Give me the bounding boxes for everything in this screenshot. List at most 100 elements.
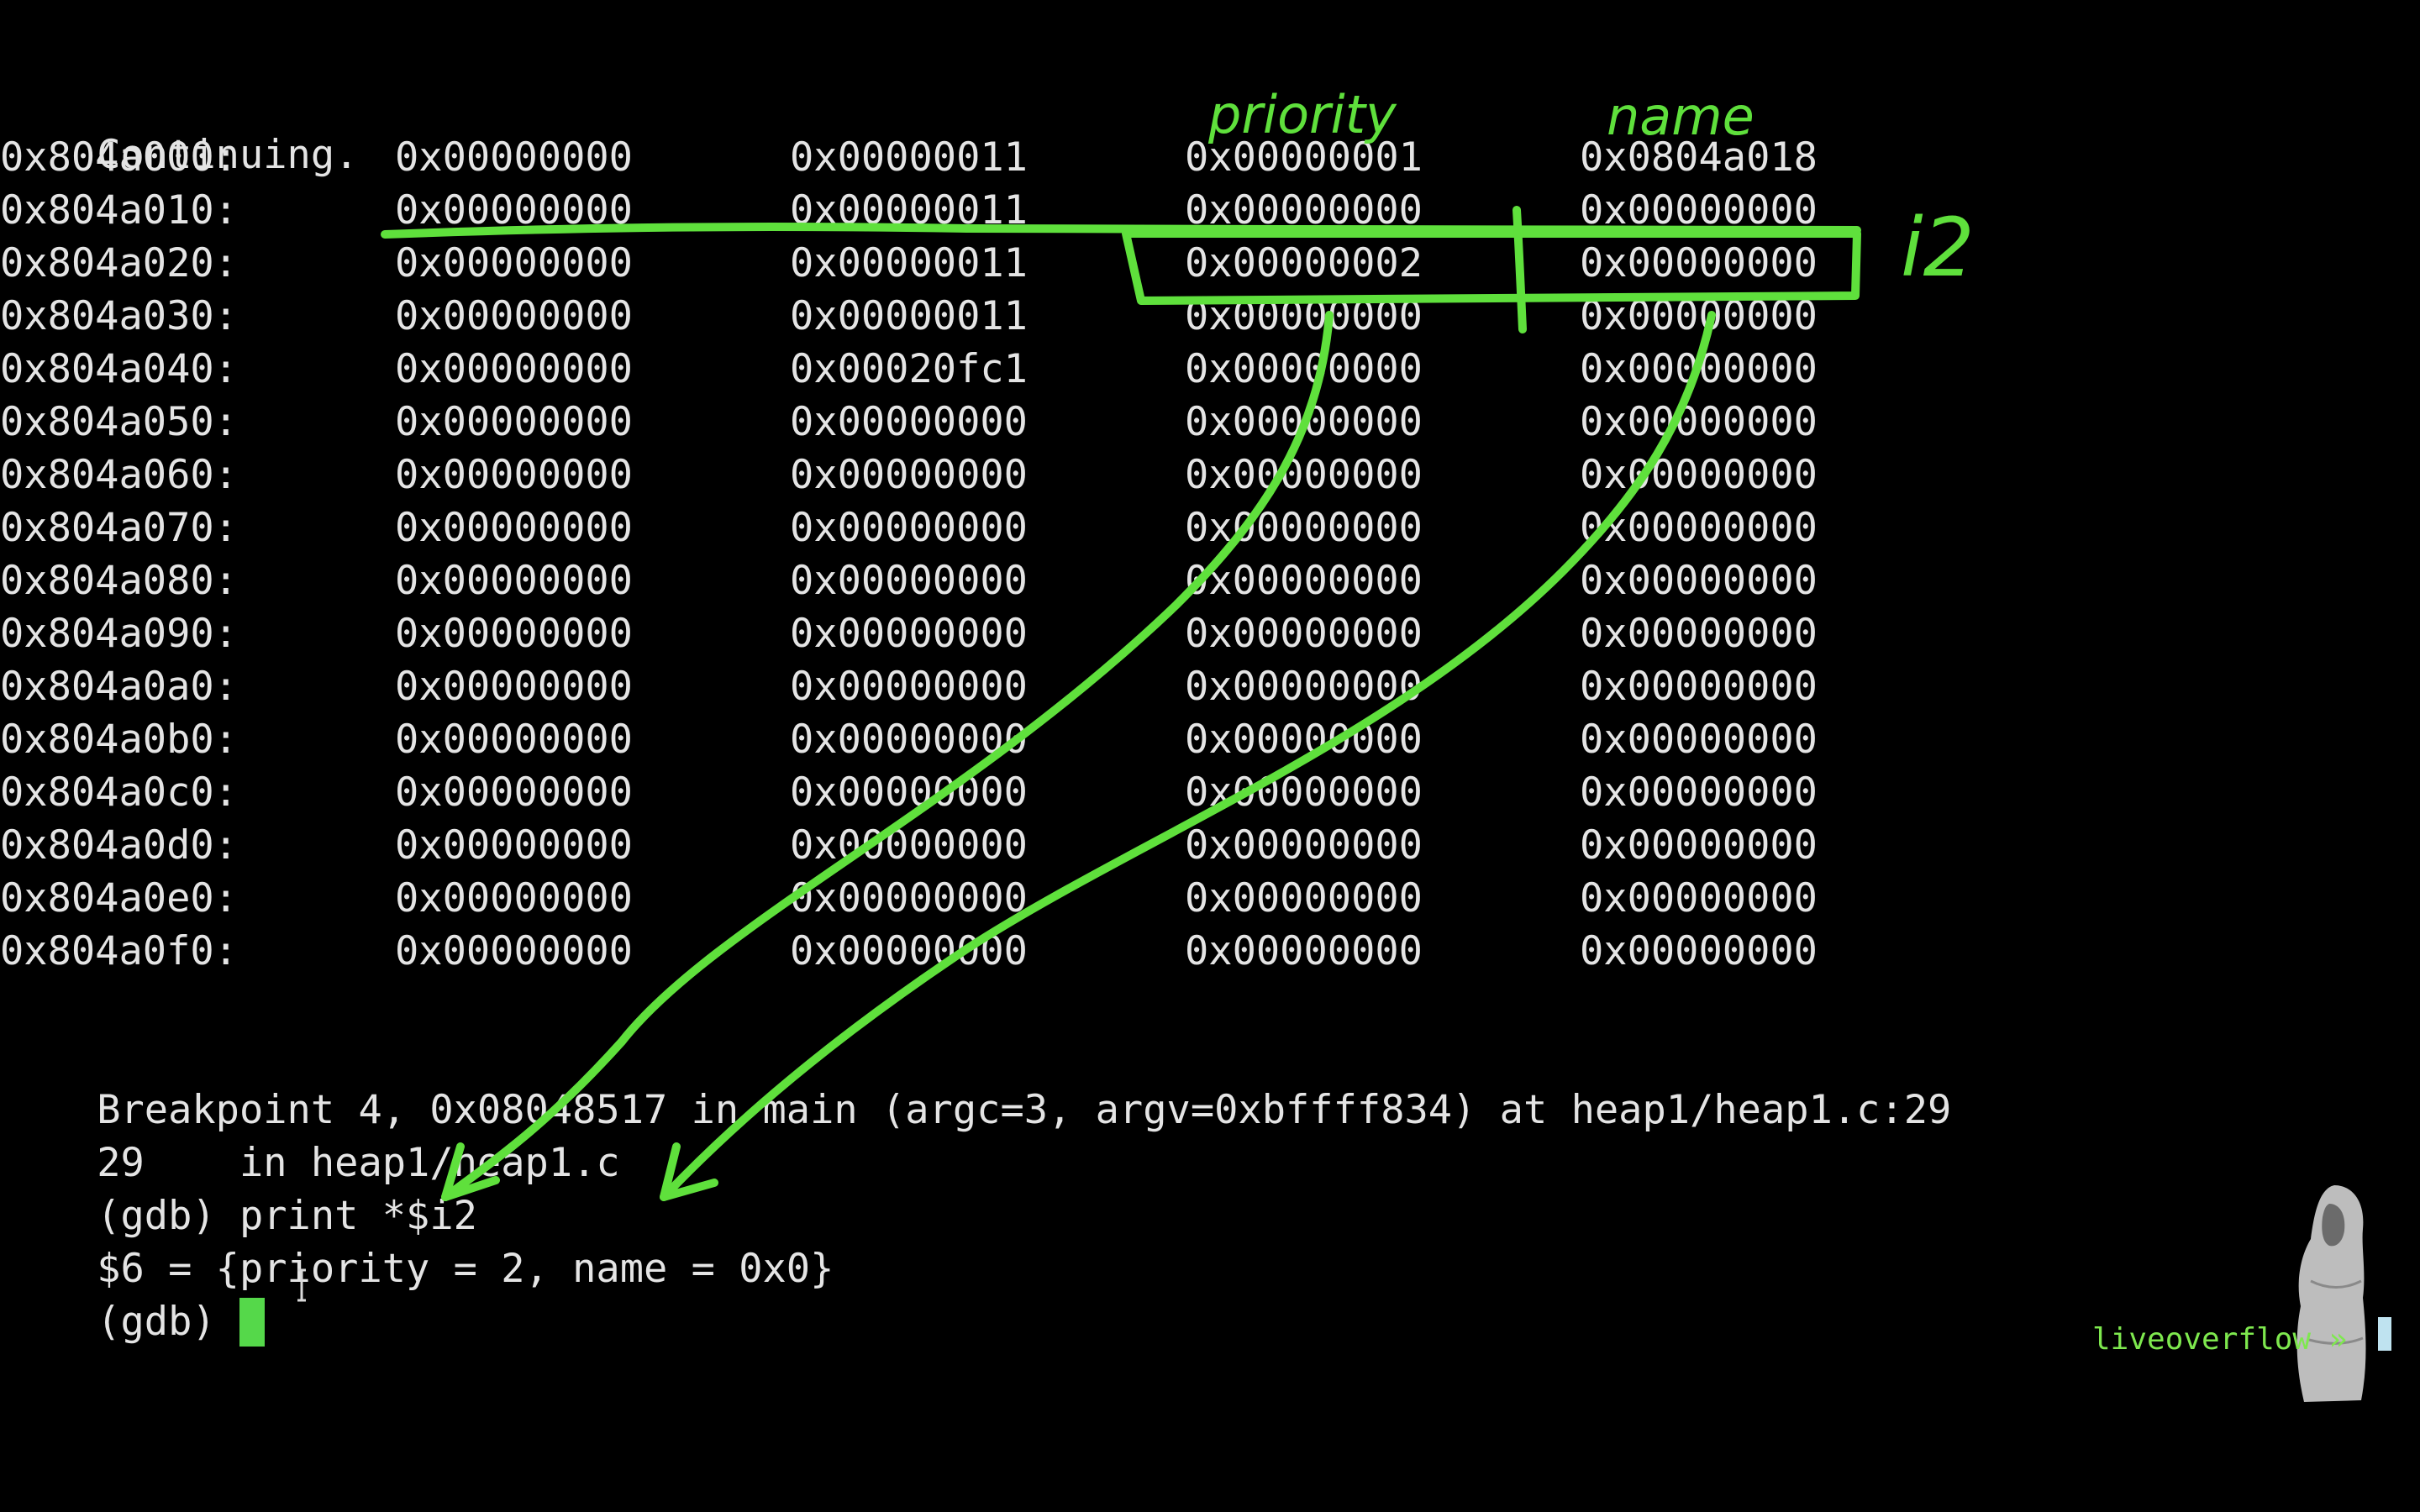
memory-row: 0x804a0d0: 0x00000000 0x00000000 0x00000… [0,821,1818,871]
memory-address: 0x804a0d0: [0,822,238,869]
memory-word: 0x00000000 [790,505,1028,551]
memory-address: 0x804a030: [0,293,238,339]
memory-row: 0x804a030: 0x00000000 0x00000011 0x00000… [0,291,1818,342]
memory-word: 0x00000011 [790,293,1028,339]
memory-address: 0x804a0e0: [0,875,238,921]
memory-word: 0x00000000 [790,558,1028,604]
memory-row: 0x804a010: 0x00000000 0x00000011 0x00000… [0,186,1818,236]
memory-word: 0x00000000 [395,611,633,657]
memory-word: 0x00000000 [1185,187,1423,234]
source-location-line: 29 in heap1/heap1.c [97,1140,620,1186]
memory-word: 0x00000000 [790,875,1028,921]
memory-word: 0x00000000 [1185,452,1423,498]
memory-word: 0x00000000 [395,822,633,869]
memory-word: 0x00000000 [1185,875,1423,921]
memory-row: 0x804a080: 0x00000000 0x00000000 0x00000… [0,556,1818,606]
memory-word: 0x00000000 [790,664,1028,710]
memory-word: 0x00000000 [1185,928,1423,974]
memory-row: 0x804a060: 0x00000000 0x00000000 0x00000… [0,450,1818,501]
memory-address: 0x804a040: [0,346,238,392]
memory-address: 0x804a060: [0,452,238,498]
memory-address: 0x804a090: [0,611,238,657]
memory-row: 0x804a0c0: 0x00000000 0x00000000 0x00000… [0,768,1818,818]
memory-word: 0x00000000 [1580,558,1818,604]
memory-word: 0x00000000 [1580,505,1818,551]
memory-address: 0x804a0f0: [0,928,238,974]
memory-row: 0x804a020: 0x00000000 0x00000011 0x00000… [0,239,1818,289]
memory-row: 0x804a000: 0x00000000 0x00000011 0x00000… [0,133,1818,183]
gdb-result-line: $6 = {priority = 2, name = 0x0} [97,1246,834,1292]
memory-address: 0x804a0b0: [0,717,238,763]
memory-word: 0x00000000 [1185,769,1423,816]
memory-word: 0x00000000 [395,505,633,551]
memory-address: 0x804a0c0: [0,769,238,816]
memory-word: 0x00000000 [395,240,633,286]
memory-address: 0x804a000: [0,134,238,181]
memory-row: 0x804a040: 0x00000000 0x00020fc1 0x00000… [0,344,1818,395]
memory-word: 0x00000002 [1185,240,1423,286]
memory-word: 0x00020fc1 [790,346,1028,392]
memory-word: 0x00000000 [1185,664,1423,710]
memory-word: 0x00000000 [1580,187,1818,234]
memory-word: 0x00000000 [1580,875,1818,921]
memory-word: 0x00000000 [790,399,1028,445]
memory-address: 0x804a020: [0,240,238,286]
memory-word: 0x00000000 [1185,505,1423,551]
memory-word: 0x00000000 [395,452,633,498]
memory-address: 0x804a050: [0,399,238,445]
memory-word: 0x00000000 [1580,346,1818,392]
memory-word: 0x00000000 [1580,769,1818,816]
hooded-avatar-icon [2296,1185,2366,1402]
memory-word: 0x00000000 [1580,664,1818,710]
memory-word: 0x00000011 [790,240,1028,286]
memory-row: 0x804a070: 0x00000000 0x00000000 0x00000… [0,503,1818,554]
memory-word: 0x00000000 [1185,611,1423,657]
memory-row: 0x804a050: 0x00000000 0x00000000 0x00000… [0,397,1818,448]
memory-address: 0x804a010: [0,187,238,234]
memory-word: 0x00000000 [395,346,633,392]
text-cursor-icon [297,1268,306,1302]
memory-row: 0x804a0a0: 0x00000000 0x00000000 0x00000… [0,662,1818,712]
memory-word: 0x00000011 [790,187,1028,234]
memory-word: 0x00000000 [395,399,633,445]
memory-word: 0x0804a018 [1580,134,1818,181]
memory-word: 0x00000000 [790,717,1028,763]
memory-word: 0x00000000 [1580,452,1818,498]
memory-word: 0x00000000 [1580,293,1818,339]
memory-word: 0x00000000 [1580,240,1818,286]
memory-word: 0x00000000 [790,928,1028,974]
memory-word: 0x00000000 [395,293,633,339]
memory-word: 0x00000000 [395,558,633,604]
memory-word: 0x00000000 [395,134,633,181]
memory-word: 0x00000000 [790,822,1028,869]
memory-word: 0x00000000 [1580,399,1818,445]
memory-word: 0x00000001 [1185,134,1423,181]
memory-row: 0x804a090: 0x00000000 0x00000000 0x00000… [0,609,1818,659]
memory-address: 0x804a080: [0,558,238,604]
memory-word: 0x00000000 [790,769,1028,816]
gdb-prompt: (gdb) [97,1299,239,1345]
memory-word: 0x00000000 [395,187,633,234]
memory-word: 0x00000000 [1185,346,1423,392]
memory-word: 0x00000000 [395,875,633,921]
memory-row: 0x804a0b0: 0x00000000 0x00000000 0x00000… [0,715,1818,765]
terminal-cursor [239,1298,265,1347]
gdb-prompt-line[interactable]: (gdb) [2,1247,265,1347]
memory-word: 0x00000000 [1185,822,1423,869]
continuing-line: Continuing. [97,132,359,178]
memory-word: 0x00000011 [790,134,1028,181]
memory-address: 0x804a0a0: [0,664,238,710]
breakpoint-line: Breakpoint 4, 0x08048517 in main (argc=3… [97,1087,1952,1133]
memory-word: 0x00000000 [790,452,1028,498]
memory-word: 0x00000000 [395,664,633,710]
memory-row: 0x804a0e0: 0x00000000 0x00000000 0x00000… [0,874,1818,924]
memory-address: 0x804a070: [0,505,238,551]
memory-word: 0x00000000 [1185,558,1423,604]
memory-word: 0x00000000 [1185,293,1423,339]
gdb-terminal[interactable]: Continuing. 0x804a000: 0x00000000 0x0000… [0,0,2420,1512]
gdb-command-line: (gdb) print *$i2 [97,1193,477,1239]
memory-word: 0x00000000 [1185,399,1423,445]
memory-word: 0x00000000 [395,769,633,816]
memory-word: 0x00000000 [1185,717,1423,763]
memory-row: 0x804a0f0: 0x00000000 0x00000000 0x00000… [0,927,1818,977]
